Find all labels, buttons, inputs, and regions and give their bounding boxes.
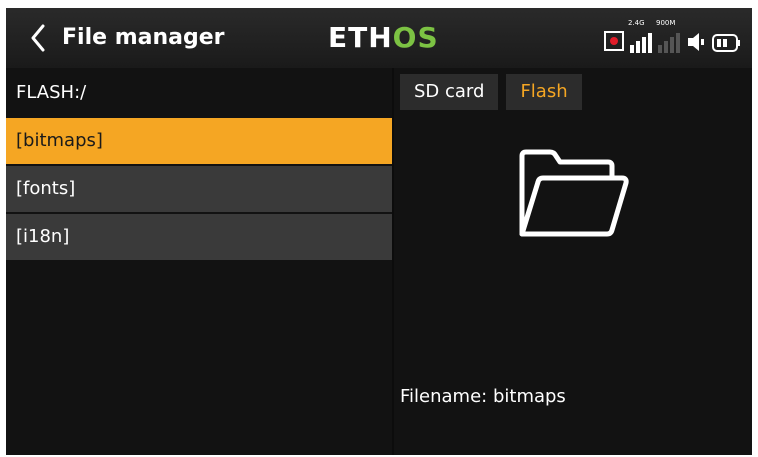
storage-tabs: SD card Flash [400, 74, 582, 110]
tab-flash[interactable]: Flash [506, 74, 582, 110]
current-path: FLASH:/ [16, 82, 87, 103]
screen: File manager ETHOS 2.4G 900M FLASH:/ [bi… [6, 8, 752, 455]
speaker-icon [688, 33, 704, 51]
signal-900m-icon: 900M [656, 19, 680, 53]
filename-label: Filename: bitmaps [400, 386, 566, 407]
list-item-bitmaps[interactable]: [bitmaps] [6, 118, 392, 164]
list-item-i18n[interactable]: [i18n] [6, 214, 392, 260]
signal-900m-label: 900M [656, 19, 676, 27]
ethos-logo: ETHOS [328, 8, 439, 68]
list-item-fonts[interactable]: [fonts] [6, 166, 392, 212]
signal-2g4-icon: 2.4G [628, 19, 652, 53]
record-icon [604, 31, 624, 51]
header-bar: File manager ETHOS 2.4G 900M [6, 8, 752, 68]
battery-icon [712, 34, 740, 52]
file-list: [bitmaps] [fonts] [i18n] [6, 118, 392, 262]
file-list-pane: FLASH:/ [bitmaps] [fonts] [i18n] [6, 68, 392, 455]
folder-open-icon [519, 149, 629, 237]
logo-accent: OS [392, 21, 439, 54]
logo-main: ETH [328, 21, 393, 54]
chevron-left-icon [31, 24, 45, 52]
preview-pane: SD card Flash Filename: bitmaps [394, 68, 752, 455]
back-button[interactable] [20, 18, 56, 58]
tab-sd-card[interactable]: SD card [400, 74, 499, 110]
signal-2g4-label: 2.4G [628, 19, 645, 27]
status-bar: 2.4G 900M [604, 19, 742, 53]
page-title: File manager [62, 25, 225, 50]
